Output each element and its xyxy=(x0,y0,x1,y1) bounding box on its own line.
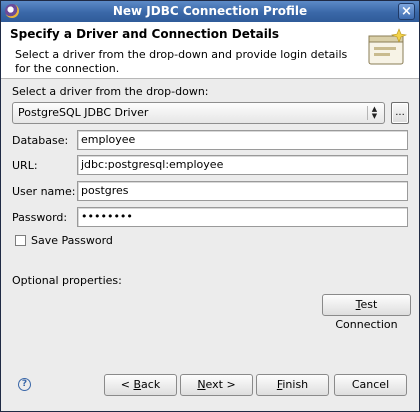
driver-select-value: PostgreSQL JDBC Driver xyxy=(18,106,149,119)
back-button[interactable]: < Back xyxy=(104,374,177,396)
cancel-button[interactable]: Cancel xyxy=(334,374,407,396)
username-input[interactable]: postgres xyxy=(77,181,408,201)
test-connection-button[interactable]: Test Connection xyxy=(322,294,411,331)
help-icon[interactable]: ? xyxy=(18,378,31,391)
title-bar[interactable]: New JDBC Connection Profile × xyxy=(1,1,419,22)
driver-label: Select a driver from the drop-down: xyxy=(12,85,209,98)
password-input[interactable]: •••••••• xyxy=(77,207,408,227)
password-label: Password: xyxy=(12,211,68,224)
connection-wizard-icon xyxy=(368,28,408,65)
url-input[interactable]: jdbc:postgresql:employee xyxy=(77,155,408,175)
save-password-checkbox[interactable] xyxy=(15,235,26,246)
close-icon[interactable]: × xyxy=(398,3,415,20)
finish-button[interactable]: Finish xyxy=(256,374,329,396)
database-label: Database: xyxy=(12,134,69,147)
edit-driver-button[interactable]: ... xyxy=(391,102,409,124)
page-description: Select a driver from the drop-down and p… xyxy=(15,48,348,75)
dialog-window: New JDBC Connection Profile × Specify a … xyxy=(0,0,420,412)
wizard-header: Specify a Driver and Connection Details … xyxy=(1,22,419,79)
optional-properties-label: Optional properties: xyxy=(12,274,122,287)
window-title: New JDBC Connection Profile xyxy=(112,4,308,18)
chevron-updown-icon: ▲ ▼ xyxy=(367,106,381,120)
page-title: Specify a Driver and Connection Details xyxy=(10,27,280,41)
next-button[interactable]: Next > xyxy=(180,374,253,396)
database-input[interactable]: employee xyxy=(77,130,408,150)
username-label: User name: xyxy=(12,185,76,198)
url-label: URL: xyxy=(12,159,38,172)
save-password-label: Save Password xyxy=(31,234,113,247)
driver-select[interactable]: PostgreSQL JDBC Driver ▲ ▼ xyxy=(12,102,385,124)
